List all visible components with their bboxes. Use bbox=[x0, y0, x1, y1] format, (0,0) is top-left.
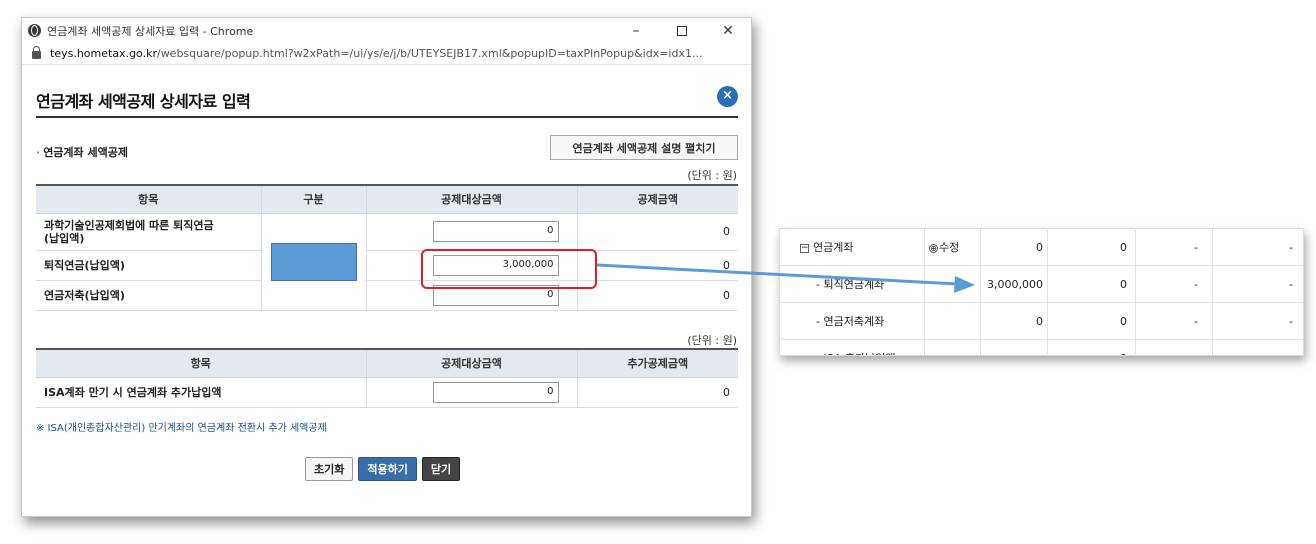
connector-arrow bbox=[596, 263, 975, 293]
arrow-head bbox=[954, 276, 975, 293]
arrow-line bbox=[596, 263, 959, 286]
